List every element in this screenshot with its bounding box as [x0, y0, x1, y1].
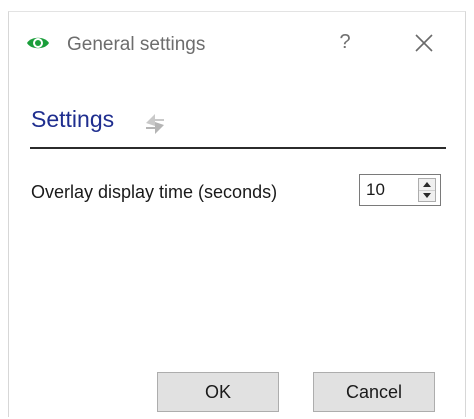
ok-button[interactable]: OK [157, 372, 279, 412]
cancel-button[interactable]: Cancel [313, 372, 435, 412]
refresh-icon[interactable] [140, 108, 170, 138]
close-button[interactable] [411, 30, 437, 56]
overlay-time-spinbox[interactable]: 10 [359, 174, 441, 206]
spin-up-button[interactable] [419, 179, 435, 190]
spin-down-button[interactable] [419, 190, 435, 202]
general-settings-dialog: General settings ? Settings Overlay disp… [8, 11, 466, 417]
overlay-time-value[interactable]: 10 [366, 180, 385, 200]
spin-buttons [418, 178, 436, 202]
section-title: Settings [31, 106, 115, 132]
close-icon [415, 34, 433, 52]
window-title: General settings [67, 34, 206, 55]
eye-icon [26, 34, 50, 52]
title-bar: General settings ? [9, 12, 465, 74]
help-button[interactable]: ? [331, 28, 359, 56]
section-divider [30, 147, 446, 149]
overlay-time-label: Overlay display time (seconds) [31, 182, 278, 202]
